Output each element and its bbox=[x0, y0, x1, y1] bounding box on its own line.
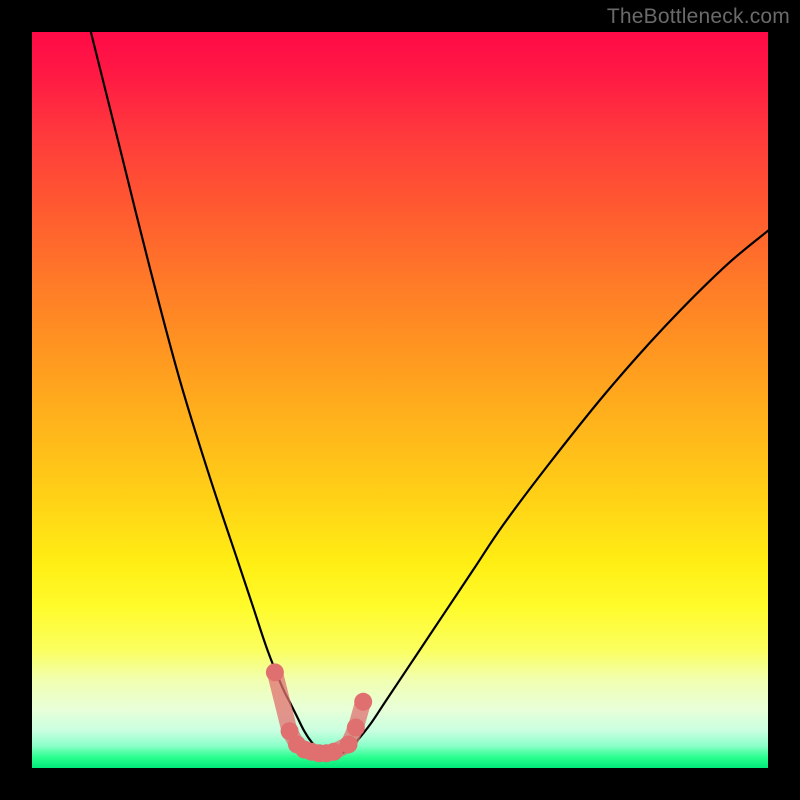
curve-marker bbox=[347, 719, 365, 737]
bottleneck-curve-path bbox=[91, 32, 768, 754]
curve-layer bbox=[32, 32, 768, 768]
plot-area bbox=[32, 32, 768, 768]
chart-frame: TheBottleneck.com bbox=[0, 0, 800, 800]
curve-markers bbox=[266, 663, 372, 762]
curve-marker bbox=[354, 693, 372, 711]
curve-marker bbox=[266, 663, 284, 681]
curve-marker bbox=[339, 735, 357, 753]
watermark-text: TheBottleneck.com bbox=[607, 5, 790, 29]
bottleneck-curve bbox=[91, 32, 768, 754]
